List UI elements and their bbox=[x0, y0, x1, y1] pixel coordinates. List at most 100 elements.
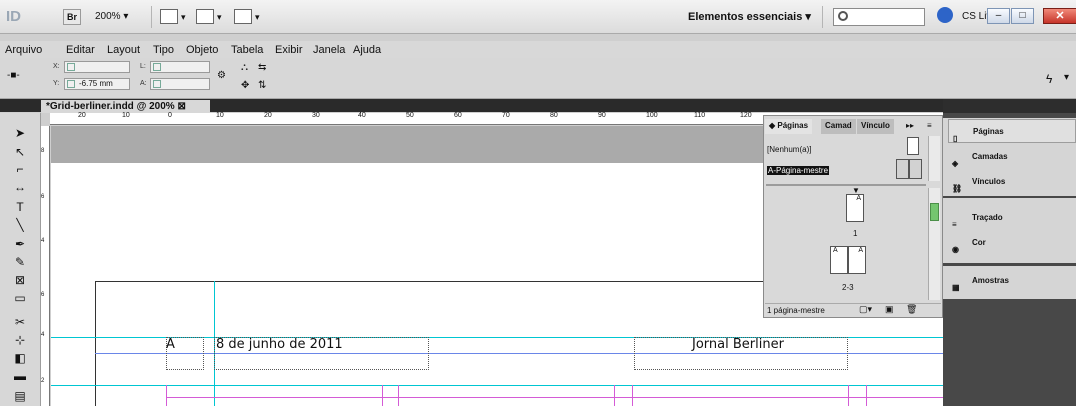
close-tab-icon[interactable]: ⊠ bbox=[177, 101, 185, 112]
none-master-thumbnail[interactable] bbox=[907, 137, 919, 155]
menu-objeto[interactable]: Objeto bbox=[186, 44, 218, 56]
dock-item-links[interactable]: ⛓ Vínculos bbox=[948, 170, 1076, 194]
dock-item-stroke[interactable]: ≡ Traçado bbox=[948, 206, 1076, 230]
menu-layout[interactable]: Layout bbox=[107, 44, 140, 56]
dock-item-label: Traçado bbox=[972, 213, 1003, 222]
column-guide[interactable] bbox=[398, 385, 399, 406]
pen-tool-icon[interactable]: ✒ bbox=[11, 235, 29, 253]
menu-tipo[interactable]: Tipo bbox=[153, 44, 174, 56]
page-3-thumbnail[interactable]: A bbox=[848, 246, 866, 274]
rectangle-frame-tool-icon[interactable]: ⊠ bbox=[11, 271, 29, 289]
margin-guide[interactable] bbox=[166, 397, 943, 398]
menu-exibir[interactable]: Exibir bbox=[275, 44, 303, 56]
ruler-tick-label: 10 bbox=[122, 112, 130, 119]
column-guide[interactable] bbox=[866, 385, 867, 406]
search-input[interactable] bbox=[833, 8, 925, 26]
zoom-level-select[interactable]: 200% ▾ bbox=[95, 11, 128, 22]
flip-vertical-icon[interactable]: ⇅ bbox=[258, 80, 266, 91]
dock-item-layers[interactable]: ◈ Camadas bbox=[948, 145, 1076, 169]
none-master-label[interactable]: [Nenhum(a)] bbox=[767, 145, 811, 154]
spinner-icon bbox=[67, 63, 75, 71]
gap-tool-icon[interactable]: ↔ bbox=[11, 178, 29, 196]
menu-arquivo[interactable]: Arquivo bbox=[5, 44, 42, 56]
page-2-thumbnail[interactable]: A bbox=[830, 246, 848, 274]
column-guide[interactable] bbox=[166, 385, 167, 406]
minimize-button[interactable]: – bbox=[987, 8, 1010, 24]
new-page-icon[interactable]: ▣ bbox=[885, 304, 894, 315]
master-page-marker[interactable]: A bbox=[166, 337, 175, 352]
page-size-icon[interactable]: ▢▾ bbox=[859, 304, 872, 315]
tab-layers[interactable]: Camad bbox=[821, 119, 856, 134]
y-label: Y: bbox=[53, 80, 60, 87]
panel-menu-icon[interactable]: ▾ bbox=[1064, 72, 1069, 83]
master-left-thumbnail[interactable] bbox=[896, 159, 909, 179]
spinner-icon bbox=[67, 80, 75, 88]
screen-mode-icon[interactable] bbox=[196, 9, 214, 24]
column-guide[interactable] bbox=[848, 385, 849, 406]
master-right-thumbnail[interactable] bbox=[909, 159, 922, 179]
chevron-down-icon[interactable]: ▾ bbox=[217, 12, 222, 23]
tab-pages[interactable]: ◆ Páginas bbox=[765, 119, 813, 134]
column-guide[interactable] bbox=[632, 385, 633, 406]
ruler-tick-label: 60 bbox=[454, 112, 462, 119]
menu-janela[interactable]: Janela bbox=[313, 44, 345, 56]
maximize-button[interactable]: □ bbox=[1011, 8, 1034, 24]
tab-links[interactable]: Vínculo bbox=[857, 119, 894, 134]
direct-selection-tool-icon[interactable]: ↖ bbox=[11, 143, 29, 161]
ruler-tick-label: 10 bbox=[216, 112, 224, 119]
dock-item-color[interactable]: ◉ Cor bbox=[948, 231, 1076, 255]
rectangle-tool-icon[interactable]: ▭ bbox=[11, 289, 29, 307]
free-transform-tool-icon[interactable]: ⊹ bbox=[11, 331, 29, 349]
rotate-icon[interactable]: ⛬ bbox=[241, 62, 248, 73]
gradient-tool-icon[interactable]: ◧ bbox=[11, 349, 29, 367]
scroll-thumb[interactable] bbox=[930, 203, 939, 221]
horizontal-guide[interactable] bbox=[51, 385, 943, 386]
y-field[interactable]: -6.75 mm bbox=[64, 78, 130, 90]
note-tool-icon[interactable]: ▤ bbox=[11, 387, 29, 405]
chevron-down-icon[interactable]: ▾ bbox=[255, 12, 260, 23]
ruler-tick-label: 2 bbox=[41, 378, 45, 384]
panel-menu-icon[interactable]: ≡ bbox=[927, 121, 932, 130]
constrain-proportions-icon[interactable]: ⚙ bbox=[217, 70, 226, 81]
menu-editar[interactable]: Editar bbox=[66, 44, 95, 56]
reference-point-icon[interactable]: -■- bbox=[7, 70, 20, 81]
dock-item-swatches[interactable]: ▦ Amostras bbox=[948, 269, 1076, 293]
column-guide[interactable] bbox=[382, 385, 383, 406]
shear-icon[interactable]: ✥ bbox=[241, 80, 249, 91]
menu-tabela[interactable]: Tabela bbox=[231, 44, 263, 56]
type-tool-icon[interactable]: T bbox=[11, 198, 29, 216]
chevron-down-icon[interactable]: ▾ bbox=[181, 12, 186, 23]
newspaper-title-text[interactable]: Jornal Berliner bbox=[692, 337, 784, 352]
bridge-button[interactable]: Br bbox=[63, 9, 81, 25]
ruler-tick-label: 20 bbox=[78, 112, 86, 119]
selection-tool-icon[interactable]: ➤ bbox=[11, 124, 29, 142]
dock-item-label: Páginas bbox=[973, 127, 1004, 136]
panel-divider[interactable] bbox=[766, 184, 926, 186]
column-guide[interactable] bbox=[614, 385, 615, 406]
cs-live-icon[interactable] bbox=[937, 7, 953, 23]
close-button[interactable]: ✕ bbox=[1043, 8, 1076, 24]
arrange-documents-icon[interactable] bbox=[234, 9, 252, 24]
menu-ajuda[interactable]: Ajuda bbox=[353, 44, 381, 56]
x-field[interactable] bbox=[64, 61, 130, 73]
height-field[interactable] bbox=[150, 78, 210, 90]
dock-item-pages[interactable]: ▯ Páginas bbox=[948, 119, 1076, 143]
delete-page-icon[interactable]: 🗑 bbox=[906, 304, 917, 315]
flip-horizontal-icon[interactable]: ⇆ bbox=[258, 62, 266, 73]
width-field[interactable] bbox=[150, 61, 210, 73]
vertical-ruler[interactable]: 8646420 bbox=[41, 126, 50, 406]
ruler-tick-label: 6 bbox=[41, 292, 45, 298]
scissors-tool-icon[interactable]: ✂ bbox=[11, 313, 29, 331]
line-tool-icon[interactable]: ╲ bbox=[11, 216, 29, 234]
workspace-switcher[interactable]: Elementos essenciais ▾ bbox=[688, 10, 811, 23]
gradient-feather-tool-icon[interactable]: ▬ bbox=[11, 367, 29, 385]
page-1-thumbnail[interactable]: A bbox=[846, 194, 864, 222]
lightning-icon[interactable]: ϟ bbox=[1046, 72, 1052, 86]
collapse-panel-icon[interactable]: ▸▸ bbox=[906, 121, 914, 130]
pencil-tool-icon[interactable]: ✎ bbox=[11, 253, 29, 271]
masters-scrollbar[interactable] bbox=[928, 136, 940, 181]
page-tool-icon[interactable]: ⌐ bbox=[11, 160, 29, 178]
master-page-label[interactable]: A-Página-mestre bbox=[767, 166, 830, 175]
date-text[interactable]: 8 de junho de 2011 bbox=[216, 337, 343, 352]
view-options-icon[interactable] bbox=[160, 9, 178, 24]
